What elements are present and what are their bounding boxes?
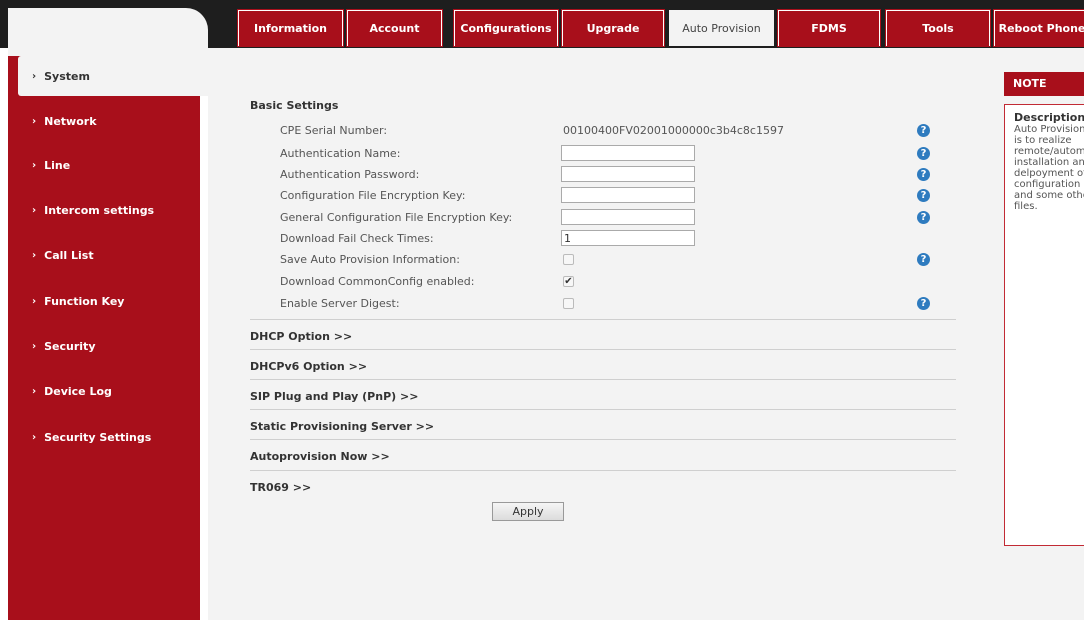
cfg-key-label: Configuration File Encryption Key: <box>280 189 466 202</box>
section-label: SIP Plug and Play (PnP) >> <box>250 390 419 403</box>
chevron-right-icon: › <box>32 204 37 216</box>
sidebar-item-security-settings[interactable]: › Security Settings <box>8 417 200 457</box>
fail-check-label: Download Fail Check Times: <box>280 232 434 245</box>
cfg-key-row: Configuration File Encryption Key: ? <box>280 187 960 204</box>
sidebar-item-label: System <box>44 69 90 83</box>
auth-name-row: Authentication Name: ? <box>280 145 960 162</box>
sidebar-item-label: Security Settings <box>44 430 152 444</box>
help-icon[interactable]: ? <box>917 211 930 224</box>
sidebar-item-label: Security <box>44 339 96 353</box>
gen-key-label: General Configuration File Encryption Ke… <box>280 211 513 224</box>
tab-auto-provision[interactable]: Auto Provision <box>669 10 774 46</box>
help-icon[interactable]: ? <box>917 147 930 160</box>
sidebar-item-intercom-settings[interactable]: › Intercom settings <box>8 190 200 230</box>
help-icon[interactable]: ? <box>917 168 930 181</box>
tr069-section[interactable]: TR069 >> <box>250 470 956 500</box>
sip-pnp-section[interactable]: SIP Plug and Play (PnP) >> <box>250 379 956 409</box>
tab-configurations[interactable]: Configurations <box>454 10 558 46</box>
common-config-label: Download CommonConfig enabled: <box>280 275 475 288</box>
gen-key-input[interactable] <box>561 209 695 225</box>
section-label: DHCPv6 Option >> <box>250 360 368 373</box>
sidebar-item-function-key[interactable]: › Function Key <box>8 281 200 321</box>
tab-tools[interactable]: Tools <box>886 10 990 46</box>
auth-password-label: Authentication Password: <box>280 168 420 181</box>
dhcpv6-option-section[interactable]: DHCPv6 Option >> <box>250 349 956 379</box>
help-icon[interactable]: ? <box>917 297 930 310</box>
help-icon[interactable]: ? <box>917 124 930 137</box>
tab-account[interactable]: Account <box>347 10 442 46</box>
apply-button[interactable]: Apply <box>492 502 564 521</box>
chevron-right-icon: › <box>32 70 37 82</box>
chevron-right-icon: › <box>32 249 37 261</box>
chevron-right-icon: › <box>32 295 37 307</box>
save-info-row: Save Auto Provision Information: ? <box>280 251 960 268</box>
autoprovision-now-section[interactable]: Autoprovision Now >> <box>250 439 956 469</box>
note-header: NOTE <box>1004 72 1084 96</box>
auth-name-label: Authentication Name: <box>280 147 401 160</box>
sidebar-top-strip <box>8 48 208 56</box>
chevron-right-icon: › <box>32 340 37 352</box>
fail-check-input[interactable] <box>561 230 695 246</box>
sidebar-item-network[interactable]: › Network <box>8 101 200 141</box>
auth-name-input[interactable] <box>561 145 695 161</box>
fail-check-row: Download Fail Check Times: <box>280 230 960 247</box>
help-icon[interactable]: ? <box>917 253 930 266</box>
sidebar-item-label: Function Key <box>44 294 125 308</box>
sidebar-item-security[interactable]: › Security <box>8 326 200 366</box>
common-config-checkbox[interactable]: ✔ <box>563 276 574 287</box>
static-provisioning-section[interactable]: Static Provisioning Server >> <box>250 409 956 439</box>
note-panel: Description: Auto Provision is to realiz… <box>1004 104 1084 546</box>
sidebar-item-label: Intercom settings <box>44 203 155 217</box>
chevron-right-icon: › <box>32 385 37 397</box>
help-icon[interactable]: ? <box>917 189 930 202</box>
sidebar-item-label: Line <box>44 158 71 172</box>
sidebar-item-call-list[interactable]: › Call List <box>8 235 200 275</box>
sidebar-item-label: Device Log <box>44 384 112 398</box>
note-text: Auto Provision is to realize remote/auto… <box>1014 124 1084 212</box>
sidebar-item-device-log[interactable]: › Device Log <box>8 371 200 411</box>
tab-upgrade[interactable]: Upgrade <box>562 10 664 46</box>
basic-settings-title: Basic Settings <box>250 99 339 112</box>
tab-fdms[interactable]: FDMS <box>778 10 880 46</box>
sidebar-item-system[interactable]: › System <box>18 56 208 96</box>
section-label: Static Provisioning Server >> <box>250 420 435 433</box>
chevron-right-icon: › <box>32 431 37 443</box>
section-label: TR069 >> <box>250 481 312 494</box>
server-digest-row: Enable Server Digest: ? <box>280 295 960 312</box>
sidebar-item-label: Network <box>44 114 97 128</box>
sidebar-item-label: Call List <box>44 248 94 262</box>
server-digest-label: Enable Server Digest: <box>280 297 400 310</box>
server-digest-checkbox[interactable] <box>563 298 574 309</box>
auth-password-row: Authentication Password: ? <box>280 166 960 183</box>
cpe-serial-label: CPE Serial Number: <box>280 124 388 137</box>
section-label: DHCP Option >> <box>250 330 353 343</box>
cfg-key-input[interactable] <box>561 187 695 203</box>
note-title: Description: <box>1014 111 1084 124</box>
auth-password-input[interactable] <box>561 166 695 182</box>
dhcp-option-section[interactable]: DHCP Option >> <box>250 319 956 349</box>
cpe-serial-value: 00100400FV02001000000c3b4c8c1597 <box>563 124 784 137</box>
save-info-checkbox[interactable] <box>563 254 574 265</box>
chevron-right-icon: › <box>32 159 37 171</box>
tab-information[interactable]: Information <box>238 10 343 46</box>
save-info-label: Save Auto Provision Information: <box>280 253 460 266</box>
common-config-row: Download CommonConfig enabled: ✔ <box>280 273 960 290</box>
cpe-serial-row: CPE Serial Number: 00100400FV02001000000… <box>280 122 960 139</box>
section-label: Autoprovision Now >> <box>250 450 390 463</box>
logo-area <box>8 8 208 48</box>
sidebar: › System › Network › Line › Intercom set… <box>8 56 208 620</box>
chevron-right-icon: › <box>32 115 37 127</box>
tab-reboot-phone[interactable]: Reboot Phone <box>994 10 1084 46</box>
gen-key-row: General Configuration File Encryption Ke… <box>280 209 960 226</box>
sidebar-item-line[interactable]: › Line <box>8 145 200 185</box>
